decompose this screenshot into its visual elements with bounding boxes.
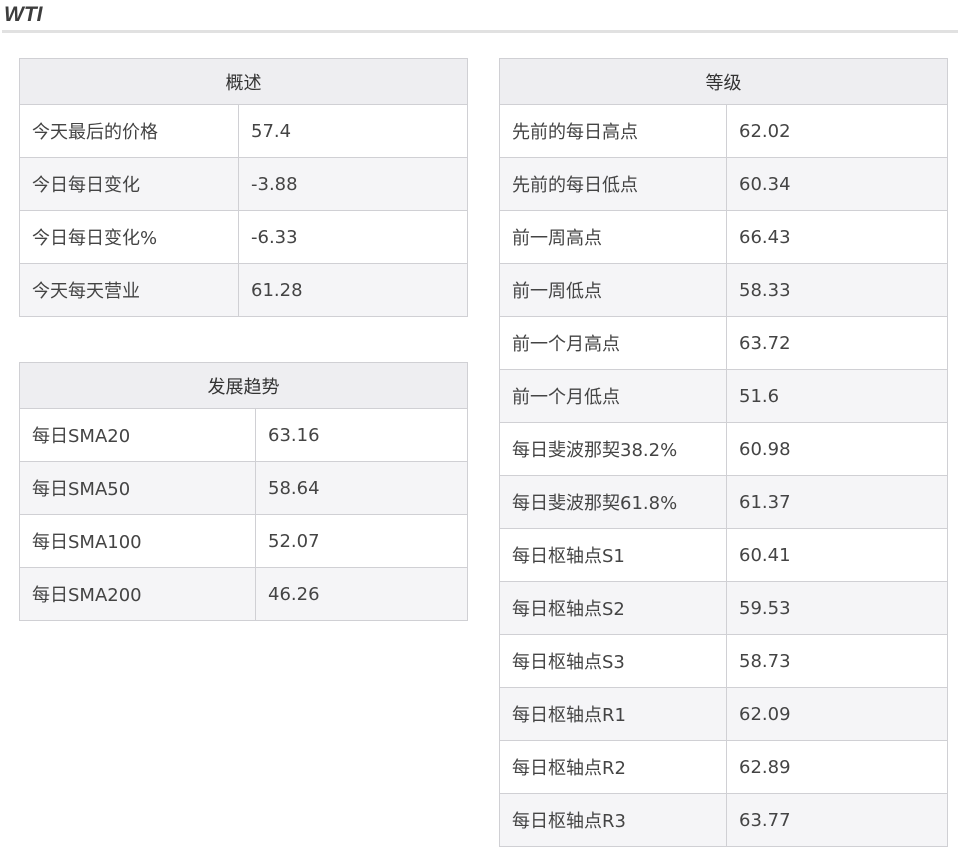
row-value: 46.26 (255, 567, 468, 621)
row-value: 63.16 (255, 408, 468, 462)
table-row: 前一周高点 66.43 (499, 210, 948, 264)
row-value: 62.02 (726, 104, 948, 158)
table-row: 前一个月低点 51.6 (499, 369, 948, 423)
row-value: 61.28 (238, 263, 468, 317)
table-row: 每日枢轴点S2 59.53 (499, 581, 948, 635)
row-label: 前一周高点 (499, 210, 727, 264)
levels-header: 等级 (499, 58, 948, 105)
row-label: 每日SMA100 (19, 514, 256, 568)
table-row: 今天每天营业 61.28 (19, 263, 468, 317)
page-title: WTI (4, 3, 43, 26)
row-label: 今日每日变化 (19, 157, 239, 211)
table-row: 先前的每日高点 62.02 (499, 104, 948, 158)
row-label: 今日每日变化% (19, 210, 239, 264)
table-row: 每日枢轴点R1 62.09 (499, 687, 948, 741)
row-value: 62.89 (726, 740, 948, 794)
row-value: 52.07 (255, 514, 468, 568)
row-label: 每日斐波那契38.2% (499, 422, 727, 476)
table-row: 每日斐波那契38.2% 60.98 (499, 422, 948, 476)
row-label: 每日斐波那契61.8% (499, 475, 727, 529)
overview-table: 概述 今天最后的价格 57.4 今日每日变化 -3.88 今日每日变化% -6.… (19, 58, 468, 317)
table-row: 每日枢轴点S3 58.73 (499, 634, 948, 688)
table-row: 每日SMA200 46.26 (19, 567, 468, 621)
row-value: 58.64 (255, 461, 468, 515)
row-label: 每日SMA50 (19, 461, 256, 515)
levels-table: 等级 先前的每日高点 62.02 先前的每日低点 60.34 前一周高点 66.… (499, 58, 948, 847)
row-label: 前一个月低点 (499, 369, 727, 423)
row-label: 今天最后的价格 (19, 104, 239, 158)
table-row: 每日枢轴点S1 60.41 (499, 528, 948, 582)
row-value: 61.37 (726, 475, 948, 529)
row-value: 60.41 (726, 528, 948, 582)
row-label: 今天每天营业 (19, 263, 239, 317)
row-value: -3.88 (238, 157, 468, 211)
row-value: 59.53 (726, 581, 948, 635)
table-row: 今日每日变化% -6.33 (19, 210, 468, 264)
row-label: 每日枢轴点R3 (499, 793, 727, 847)
table-row: 每日SMA50 58.64 (19, 461, 468, 515)
row-label: 每日枢轴点S2 (499, 581, 727, 635)
trend-header: 发展趋势 (19, 362, 468, 409)
row-label: 先前的每日低点 (499, 157, 727, 211)
table-row: 每日SMA100 52.07 (19, 514, 468, 568)
table-row: 今天最后的价格 57.4 (19, 104, 468, 158)
row-value: -6.33 (238, 210, 468, 264)
row-label: 先前的每日高点 (499, 104, 727, 158)
row-value: 58.33 (726, 263, 948, 317)
overview-header: 概述 (19, 58, 468, 105)
row-value: 63.77 (726, 793, 948, 847)
row-label: 每日枢轴点R1 (499, 687, 727, 741)
row-value: 58.73 (726, 634, 948, 688)
row-value: 66.43 (726, 210, 948, 264)
row-value: 60.34 (726, 157, 948, 211)
row-value: 60.98 (726, 422, 948, 476)
row-value: 62.09 (726, 687, 948, 741)
table-row: 每日斐波那契61.8% 61.37 (499, 475, 948, 529)
row-label: 每日枢轴点R2 (499, 740, 727, 794)
row-label: 每日枢轴点S3 (499, 634, 727, 688)
table-row: 先前的每日低点 60.34 (499, 157, 948, 211)
table-row: 每日SMA20 63.16 (19, 408, 468, 462)
row-label: 前一个月高点 (499, 316, 727, 370)
table-row: 今日每日变化 -3.88 (19, 157, 468, 211)
table-row: 前一周低点 58.33 (499, 263, 948, 317)
row-label: 每日枢轴点S1 (499, 528, 727, 582)
trend-table: 发展趋势 每日SMA20 63.16 每日SMA50 58.64 每日SMA10… (19, 362, 468, 621)
row-label: 每日SMA20 (19, 408, 256, 462)
row-value: 63.72 (726, 316, 948, 370)
title-divider (2, 30, 958, 33)
table-row: 每日枢轴点R3 63.77 (499, 793, 948, 847)
row-label: 前一周低点 (499, 263, 727, 317)
row-value: 51.6 (726, 369, 948, 423)
row-value: 57.4 (238, 104, 468, 158)
row-label: 每日SMA200 (19, 567, 256, 621)
table-row: 前一个月高点 63.72 (499, 316, 948, 370)
table-row: 每日枢轴点R2 62.89 (499, 740, 948, 794)
